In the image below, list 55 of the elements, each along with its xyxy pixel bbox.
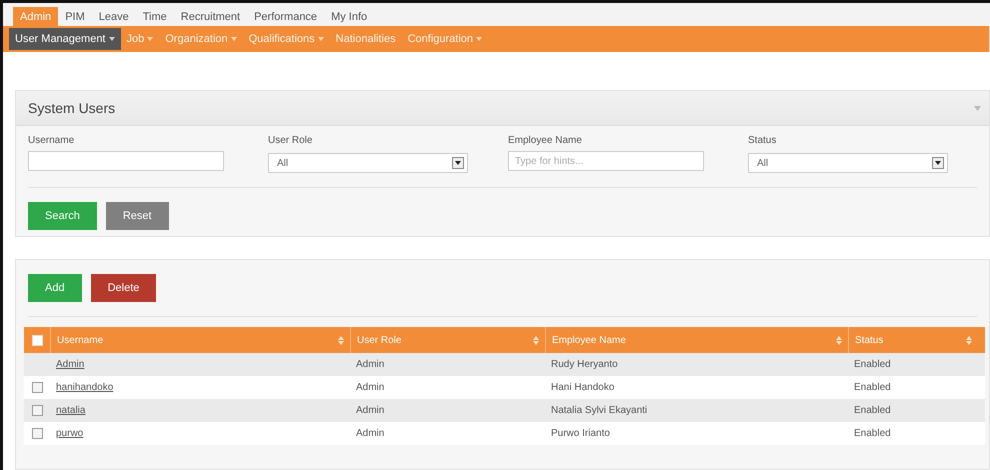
table-cell: Enabled: [854, 359, 891, 370]
delete-button[interactable]: Delete: [90, 274, 156, 302]
caret-icon: [230, 37, 237, 41]
field-label: Username: [28, 135, 76, 146]
table-cell: Enabled: [854, 428, 891, 439]
table-cell: Purwo Irianto: [551, 428, 610, 439]
checkbox[interactable]: [32, 382, 42, 393]
collapse-icon: [974, 106, 981, 110]
primary-button[interactable]: Add: [28, 274, 82, 302]
select-field[interactable]: All: [748, 153, 948, 173]
menu-tab[interactable]: Recruitment: [174, 7, 248, 26]
table-cell: Enabled: [854, 382, 891, 393]
menu-tab[interactable]: My Info: [324, 7, 374, 26]
checkbox[interactable]: [32, 428, 42, 439]
dropdown-icon: [932, 157, 944, 169]
field-label: Employee Name: [508, 135, 583, 146]
table-row[interactable]: Admin Admin Rudy Heryanto Enabled: [24, 353, 985, 376]
table-cell: Admin: [356, 359, 384, 370]
table-cell: Rudy Heryanto: [551, 359, 618, 370]
table-cell: Natalia Sylvi Ekayanti: [551, 405, 648, 416]
field-label: Status: [748, 135, 778, 146]
table-cell: Hani Handoko: [551, 382, 614, 393]
table-cell: Admin: [356, 382, 384, 393]
username-link[interactable]: hanihandoko: [56, 382, 114, 393]
sort-icon: [836, 336, 842, 344]
table-cell: Enabled: [854, 405, 891, 416]
primary-button[interactable]: Search: [28, 202, 97, 230]
menu-tab[interactable]: Performance: [247, 7, 324, 26]
username-link[interactable]: purwo: [56, 428, 84, 439]
input-field[interactable]: Type for hints...: [508, 151, 704, 171]
table-cell: Admin: [356, 428, 384, 439]
caret-icon: [476, 37, 482, 41]
caret-icon: [318, 37, 324, 41]
checkbox[interactable]: [32, 405, 42, 416]
caret-icon: [147, 37, 154, 41]
table-row[interactable]: hanihandoko Admin Hani Handoko Enabled: [24, 376, 985, 399]
table-row[interactable]: natalia Admin Natalia Sylvi Ekayanti Enabled: [24, 399, 985, 422]
table-row[interactable]: purwo Admin Purwo Irianto Enabled: [24, 422, 985, 445]
username-link[interactable]: Admin: [56, 359, 84, 370]
menu-tab[interactable]: Leave: [92, 7, 136, 26]
sort-icon: [338, 336, 344, 344]
select-field[interactable]: All: [268, 153, 468, 173]
panel-title: System Users: [28, 100, 116, 116]
sort-icon: [533, 336, 539, 344]
menu-tab[interactable]: PIM: [58, 7, 92, 26]
input-field[interactable]: [28, 151, 224, 171]
field-label: User Role: [268, 135, 314, 146]
menu-tab[interactable]: Time: [136, 7, 174, 26]
caret-icon: [108, 37, 114, 41]
username-link[interactable]: natalia: [56, 405, 86, 416]
reset-button[interactable]: Reset: [106, 202, 169, 230]
sort-icon: [966, 336, 972, 344]
submenu-item[interactable]: User Management: [9, 28, 120, 50]
table-cell: Admin: [356, 405, 384, 416]
dropdown-icon: [452, 157, 464, 169]
